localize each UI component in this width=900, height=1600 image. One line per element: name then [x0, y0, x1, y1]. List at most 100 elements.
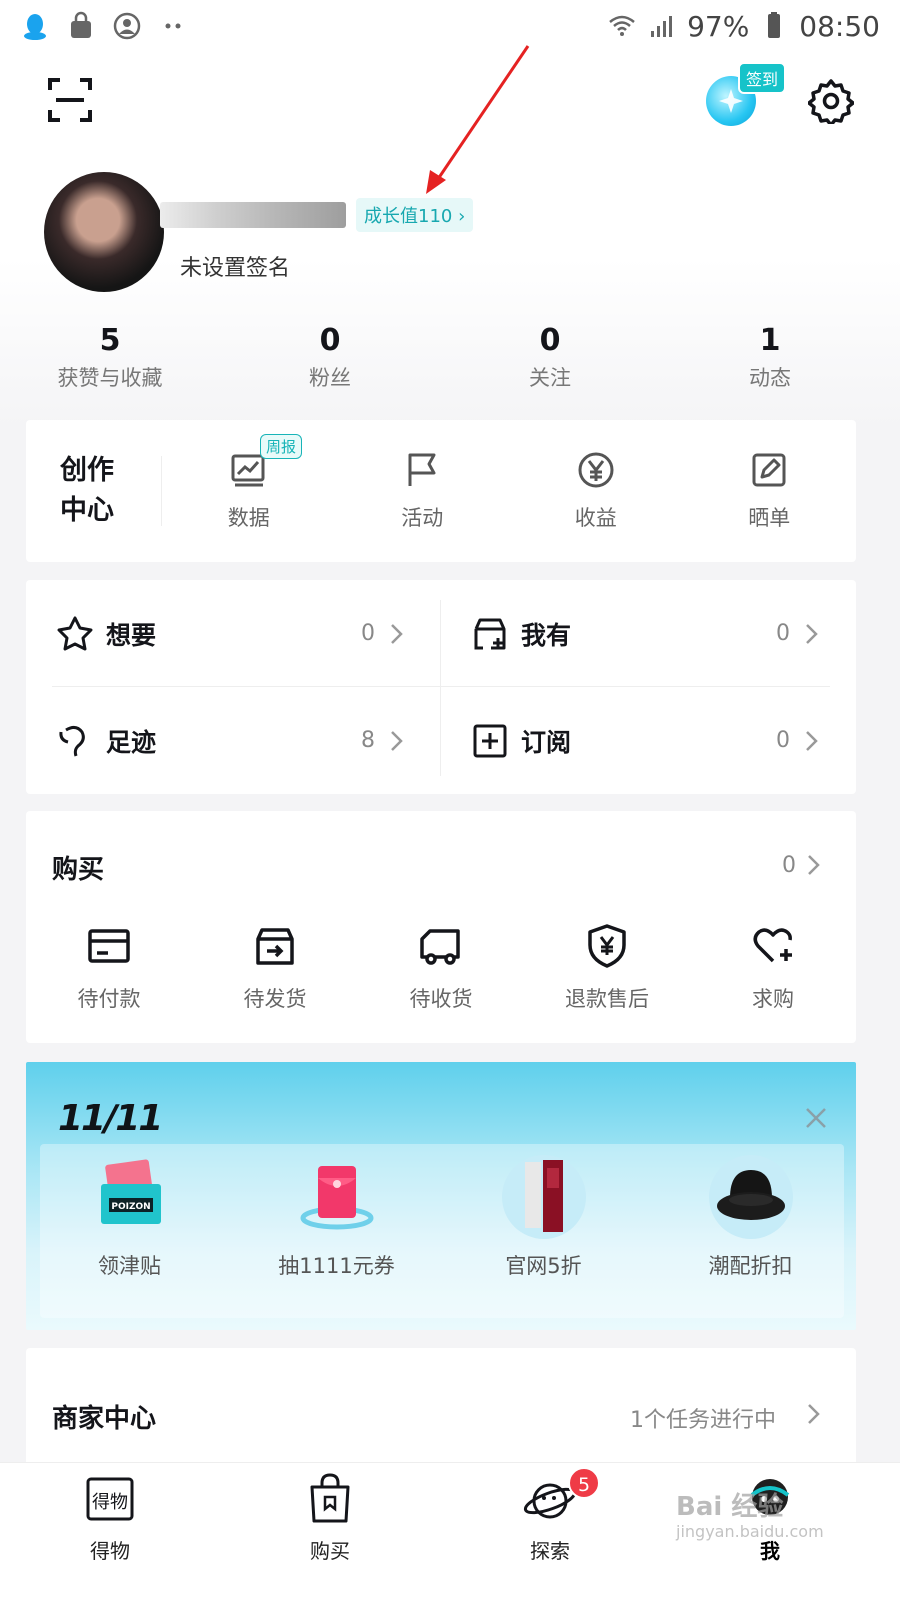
- stat-posts[interactable]: 1 动态: [660, 322, 880, 392]
- stat-label: 动态: [749, 366, 791, 390]
- collection-subscribe[interactable]: 订阅 0: [441, 687, 856, 794]
- collections-card: 想要 0 我有 0 足迹 8 订阅 0: [26, 580, 856, 794]
- user-circle-icon: [113, 12, 141, 40]
- status-right: 97% 08:50: [607, 10, 880, 43]
- purchase-item-pending-shipment[interactable]: 待发货: [192, 923, 358, 1013]
- truck-icon: [420, 929, 460, 965]
- creation-item-label: 晒单: [748, 506, 791, 530]
- merchant-center-card[interactable]: 商家中心 1个任务进行中: [26, 1348, 856, 1478]
- stat-label: 粉丝: [309, 366, 351, 390]
- purchase-item-refund-aftersale[interactable]: 退款售后: [524, 923, 690, 1013]
- stat-value: 5: [99, 323, 121, 358]
- promo-item-official-discount[interactable]: 官网5折: [440, 1154, 647, 1280]
- creation-item-activity[interactable]: 活动: [336, 450, 510, 532]
- subscribe-plus-icon: [473, 724, 507, 757]
- chevron-right-icon: [391, 623, 403, 644]
- poizon-brand-text: POIZON: [111, 1202, 150, 1212]
- chevron-right-icon: [806, 730, 818, 751]
- settings-gear-icon[interactable]: [808, 78, 854, 124]
- creation-title-line1: 创作: [60, 455, 114, 486]
- tab-dewu[interactable]: 得物 得物: [0, 1463, 220, 1600]
- skincare-bottle-icon: [501, 1155, 586, 1239]
- tab-explore[interactable]: 5 探索: [440, 1463, 660, 1600]
- checkin-badge: 签到: [738, 62, 787, 94]
- collection-footprint[interactable]: 足迹 8: [26, 687, 441, 794]
- stat-following[interactable]: 0 关注: [440, 322, 660, 392]
- creation-title-line2: 中心: [60, 495, 114, 526]
- stat-fans[interactable]: 0 粉丝: [220, 322, 440, 392]
- more-dots-icon: [165, 23, 181, 29]
- chevron-right-icon[interactable]: [806, 853, 822, 877]
- chevron-right-icon: [806, 623, 818, 644]
- promo-item-label: 领津贴: [98, 1254, 161, 1278]
- promo-item-subsidy[interactable]: POIZON 领津贴: [26, 1154, 233, 1280]
- purchase-count[interactable]: 0: [782, 853, 796, 878]
- purchase-items: 待付款 待发货 待收货 退款售后 求购: [26, 923, 856, 1013]
- tab-label: 购买: [310, 1539, 350, 1563]
- close-icon[interactable]: [804, 1106, 828, 1130]
- clock: 08:50: [799, 9, 880, 43]
- wifi-icon: [609, 15, 635, 36]
- promo-item-accessory-discount[interactable]: 潮配折扣: [647, 1154, 854, 1280]
- signal-icon: [651, 16, 673, 37]
- chevron-right-icon: [391, 730, 403, 751]
- shopping-bag-icon: [71, 11, 91, 38]
- scan-icon[interactable]: [48, 78, 92, 122]
- explore-notification-badge: 5: [568, 1467, 600, 1499]
- purchase-item-pending-payment[interactable]: 待付款: [26, 923, 192, 1013]
- creation-item-label: 收益: [574, 506, 617, 530]
- purchase-item-label: 退款售后: [565, 987, 649, 1011]
- username-blurred: [160, 202, 346, 228]
- collection-have[interactable]: 我有 0: [441, 580, 856, 687]
- baidu-watermark-url: jingyan.baidu.com: [676, 1522, 824, 1541]
- creation-item-showcase[interactable]: 晒单: [683, 450, 857, 532]
- chevron-right-icon: [808, 1404, 820, 1424]
- dewu-logo-glyph: 得物: [92, 1492, 128, 1513]
- footprint-icon: [59, 725, 85, 756]
- creation-item-label: 活动: [401, 506, 444, 530]
- red-envelope-icon: [300, 1166, 373, 1230]
- flag-icon: [408, 453, 436, 486]
- baidu-watermark: Bai 经验: [676, 1492, 784, 1522]
- promo-item-label: 潮配折扣: [708, 1254, 793, 1278]
- stat-label: 关注: [529, 366, 571, 390]
- purchase-item-pending-receipt[interactable]: 待收货: [358, 923, 524, 1013]
- purchase-item-wanted[interactable]: 求购: [690, 923, 856, 1013]
- collection-count: 0: [776, 728, 790, 753]
- collection-count: 0: [776, 621, 790, 646]
- collection-count: 8: [361, 728, 375, 753]
- checkin-button[interactable]: 签到: [706, 62, 787, 128]
- status-bar: 97% 08:50: [0, 0, 900, 52]
- creation-item-data[interactable]: 周报 数据: [162, 434, 336, 532]
- shopping-bag-icon: [310, 1473, 350, 1523]
- purchase-title[interactable]: 购买: [52, 849, 104, 886]
- promo-item-coupon-draw[interactable]: 抽1111元券: [233, 1154, 440, 1280]
- creation-items: 周报 数据 活动 收益 晒单: [162, 434, 857, 532]
- stat-value: 1: [759, 323, 781, 358]
- promo-logo: 11/11: [58, 1098, 163, 1139]
- stat-value: 0: [319, 323, 341, 358]
- collection-want[interactable]: 想要 0: [26, 580, 441, 687]
- purchase-card: 购买 0 待付款 待发货 待收货 退款售后 求购: [26, 811, 856, 1043]
- promo-banner-1111[interactable]: 11/11 POIZON 领津贴 抽1111元券 官网5折 潮配折扣: [26, 1062, 856, 1330]
- merchant-center-title: 商家中心: [52, 1404, 157, 1434]
- growth-value-tag[interactable]: 成长值110 ›: [356, 198, 474, 232]
- dewu-logo-icon: 得物: [86, 1477, 134, 1521]
- purchase-item-label: 待收货: [409, 987, 473, 1011]
- creation-item-earnings[interactable]: 收益: [509, 450, 683, 532]
- weekly-report-badge: 周报: [260, 434, 303, 459]
- promo-item-label: 抽1111元券: [278, 1254, 395, 1278]
- avatar[interactable]: [44, 172, 164, 292]
- tab-label: 探索: [530, 1539, 570, 1563]
- poizon-tickets-icon: POIZON: [100, 1159, 161, 1224]
- stat-likes-collects[interactable]: 5 获赞与收藏: [0, 322, 220, 392]
- yuan-coin-icon: [578, 452, 614, 488]
- creation-center-title[interactable]: 创作 中心: [26, 455, 162, 526]
- stat-label: 获赞与收藏: [57, 366, 163, 390]
- creation-center-card: 创作 中心 周报 数据 活动 收益 晒单: [26, 420, 856, 562]
- collection-label: 我有: [521, 620, 572, 650]
- tab-buy[interactable]: 购买: [220, 1463, 440, 1600]
- tab-label: 得物: [90, 1539, 130, 1563]
- signature[interactable]: 未设置签名: [180, 250, 290, 282]
- bucket-hat-icon: [708, 1155, 793, 1239]
